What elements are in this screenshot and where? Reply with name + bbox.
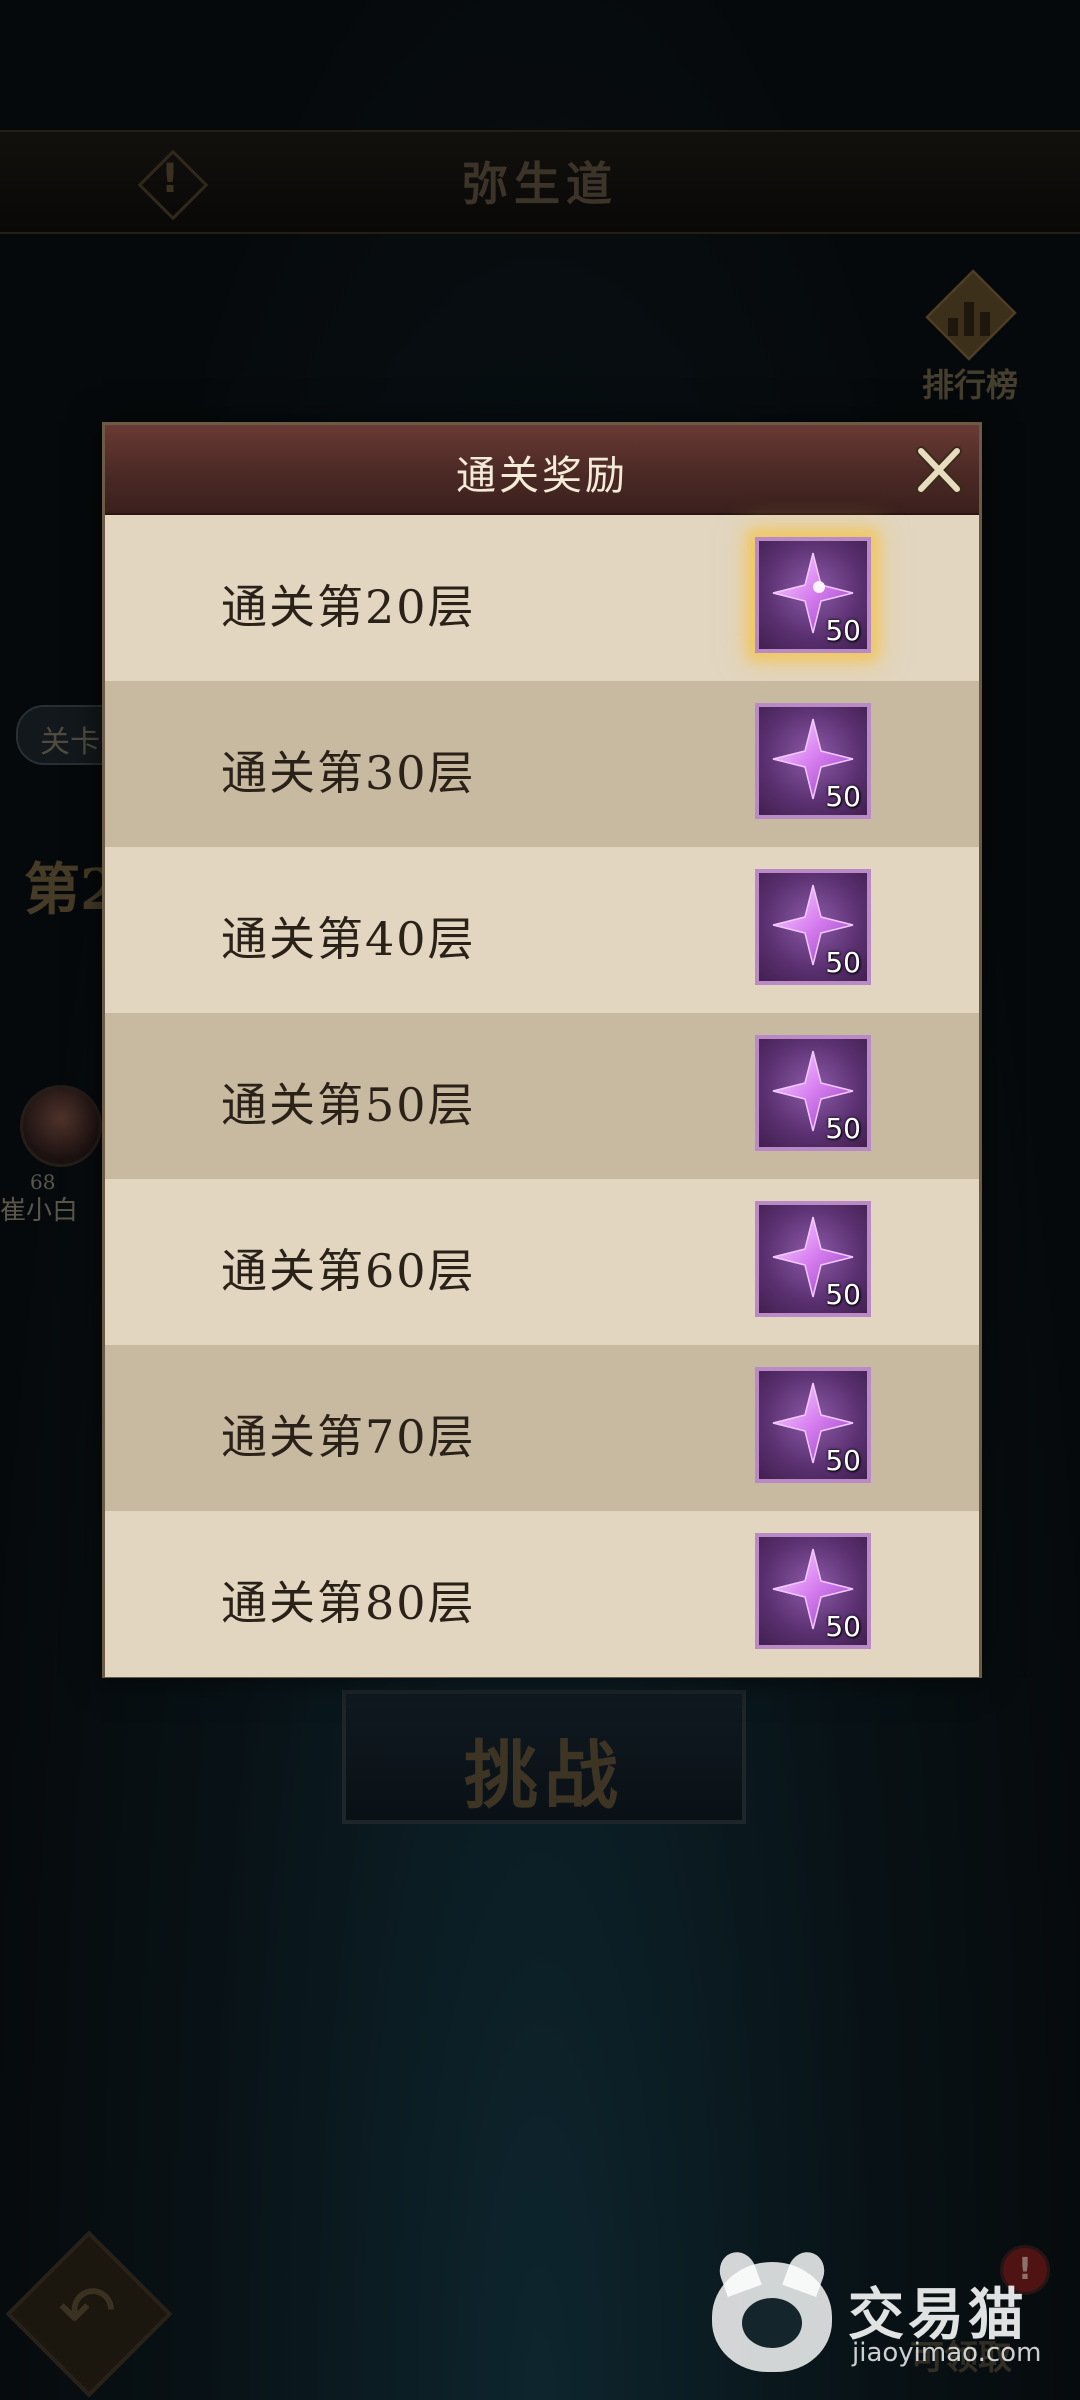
reward-row-label: 通关第50层 (221, 1078, 476, 1132)
reward-count: 50 (825, 780, 861, 813)
reward-count: 50 (825, 1444, 861, 1477)
reward-count: 50 (825, 1610, 861, 1643)
reward-item[interactable]: 50 (755, 1533, 871, 1649)
reward-item[interactable]: 50 (755, 1367, 871, 1483)
reward-row-label: 通关第40层 (221, 912, 476, 966)
reward-count: 50 (825, 1112, 861, 1145)
reward-row-label: 通关第30层 (221, 746, 476, 800)
reward-row: 通关第40层 50 (105, 847, 979, 1013)
reward-item[interactable]: 50 (755, 1035, 871, 1151)
close-icon (916, 446, 962, 494)
reward-row: 通关第70层 50 (105, 1345, 979, 1511)
reward-count: 50 (825, 1278, 861, 1311)
watermark-url: jiaoyimao.com (852, 2338, 1042, 2368)
close-button[interactable] (911, 443, 967, 499)
reward-count: 50 (825, 946, 861, 979)
reward-list: 通关第20层 50 通关第30层 50 通关第40层 50 通关第50层 50 通关第60层 50… (105, 515, 979, 1677)
reward-row: 通关第50层 50 (105, 1013, 979, 1179)
reward-item[interactable]: 50 (755, 1201, 871, 1317)
reward-row: 通关第20层 50 (105, 515, 979, 681)
dialog-header: 通关奖励 (105, 425, 979, 515)
reward-row: 通关第80层 50 (105, 1511, 979, 1677)
reward-dialog: 通关奖励 通关第20层 50 通关第30层 50 通关第40层 50 通关第50层 50 通关第… (102, 422, 982, 1678)
reward-row: 通关第30层 50 (105, 681, 979, 847)
reward-count: 50 (825, 614, 861, 647)
reward-item[interactable]: 50 (755, 703, 871, 819)
reward-row: 通关第60层 50 (105, 1179, 979, 1345)
reward-item[interactable]: 50 (755, 537, 871, 653)
reward-row-label: 通关第20层 (221, 580, 476, 634)
reward-row-label: 通关第60层 (221, 1244, 476, 1298)
cat-logo-icon (712, 2247, 832, 2372)
dialog-title: 通关奖励 (456, 453, 628, 499)
reward-row-label: 通关第80层 (221, 1576, 476, 1630)
reward-item[interactable]: 50 (755, 869, 871, 985)
reward-row-label: 通关第70层 (221, 1410, 476, 1464)
